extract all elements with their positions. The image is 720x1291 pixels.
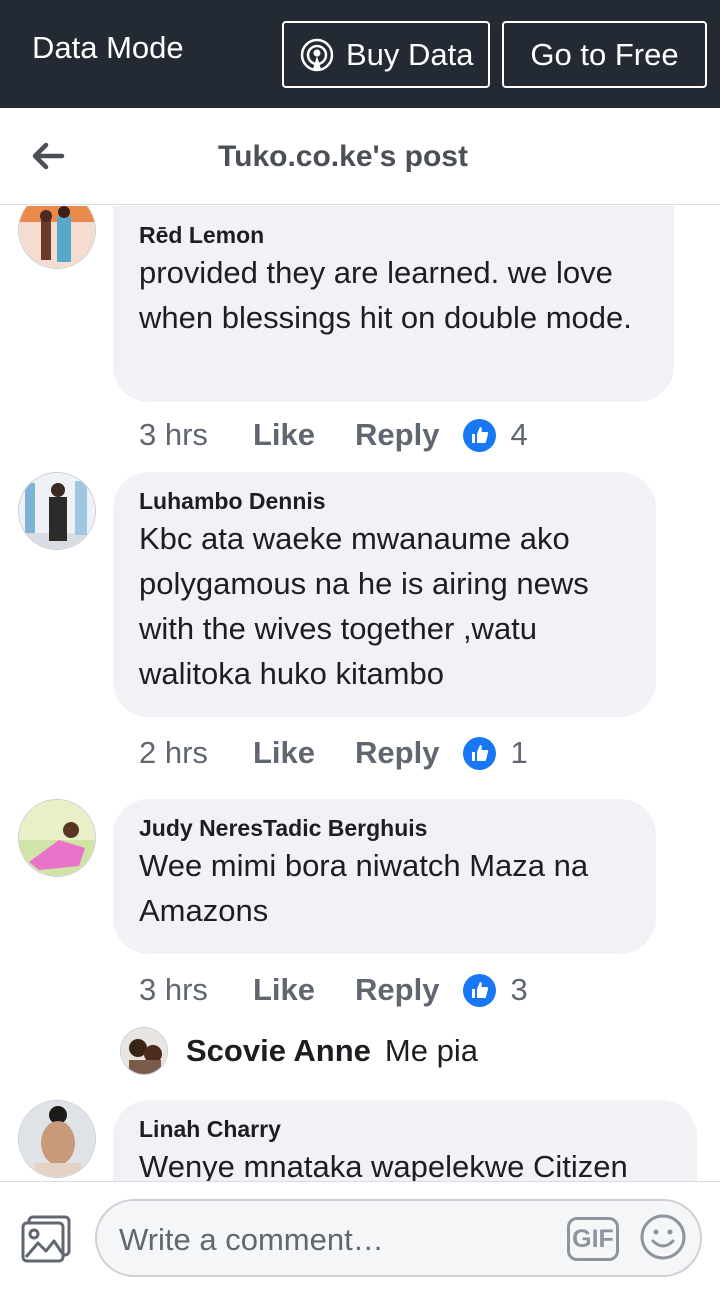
avatar[interactable] xyxy=(18,472,96,550)
thumbs-up-icon xyxy=(463,973,497,1007)
thumbs-up-icon xyxy=(463,418,497,452)
comments-list: Rēd Lemon provided they are learned. we … xyxy=(0,206,720,1181)
reply-preview[interactable]: Scovie Anne Me pia xyxy=(120,1027,478,1075)
comment-author[interactable]: Rēd Lemon xyxy=(139,220,648,250)
photo-icon[interactable] xyxy=(20,1215,72,1263)
go-to-free-button[interactable]: Go to Free xyxy=(502,21,707,88)
gif-icon[interactable]: GIF xyxy=(567,1217,619,1261)
like-count[interactable]: 4 xyxy=(510,417,527,453)
comment-bubble[interactable]: Rēd Lemon provided they are learned. we … xyxy=(113,206,674,402)
like-count[interactable]: 3 xyxy=(510,972,527,1008)
avatar[interactable] xyxy=(18,206,96,269)
buy-data-button[interactable]: Buy Data xyxy=(282,21,490,88)
avatar[interactable] xyxy=(18,1100,96,1178)
comment-author[interactable]: Judy NeresTadic Berghuis xyxy=(139,813,630,843)
comment-text: provided they are learned. we love when … xyxy=(139,255,632,335)
like-count[interactable]: 1 xyxy=(510,735,527,771)
comment-time: 3 hrs xyxy=(139,417,208,452)
thumbs-up-icon xyxy=(463,736,497,770)
reply-button[interactable]: Reply xyxy=(355,735,439,771)
avatar xyxy=(120,1027,168,1075)
comment-input[interactable]: Write a comment… GIF xyxy=(95,1199,702,1277)
comment-time: 2 hrs xyxy=(139,735,208,770)
comment-bubble[interactable]: Judy NeresTadic Berghuis Wee mimi bora n… xyxy=(113,799,656,954)
comment-actions: 3 hrs Like Reply 4 xyxy=(139,410,528,460)
comment-placeholder: Write a comment… xyxy=(119,1222,384,1257)
like-button[interactable]: Like xyxy=(253,735,315,771)
reply-button[interactable]: Reply xyxy=(355,417,439,453)
buy-data-label: Buy Data xyxy=(346,36,474,72)
reply-button[interactable]: Reply xyxy=(355,972,439,1008)
page-title: Tuko.co.ke's post xyxy=(218,140,468,173)
comment-text: Wee mimi bora niwatch Maza na Amazons xyxy=(139,848,589,928)
comment-text: Wenye mnataka wapelekwe Citizen xyxy=(139,1149,628,1181)
like-button[interactable]: Like xyxy=(253,417,315,453)
data-mode-label: Data Mode xyxy=(32,30,184,65)
like-button[interactable]: Like xyxy=(253,972,315,1008)
broadcast-icon xyxy=(300,38,334,72)
compose-bar: Write a comment… GIF xyxy=(0,1181,720,1291)
comment-bubble[interactable]: Linah Charry Wenye mnataka wapelekwe Cit… xyxy=(113,1100,697,1181)
comment-time: 3 hrs xyxy=(139,972,208,1007)
emoji-icon[interactable] xyxy=(639,1213,687,1261)
reply-author[interactable]: Scovie Anne xyxy=(186,1033,371,1069)
post-header: Tuko.co.ke's post xyxy=(0,108,720,205)
avatar[interactable] xyxy=(18,799,96,877)
comment-bubble[interactable]: Luhambo Dennis Kbc ata waeke mwanaume ak… xyxy=(113,472,656,717)
comment-author[interactable]: Linah Charry xyxy=(139,1114,671,1144)
comment-actions: 2 hrs Like Reply 1 xyxy=(139,728,528,778)
data-mode-bar: Data Mode Buy Data Go to Free xyxy=(0,0,720,108)
reply-text: Me pia xyxy=(384,1033,478,1068)
comment-author[interactable]: Luhambo Dennis xyxy=(139,486,630,516)
comment-actions: 3 hrs Like Reply 3 xyxy=(139,965,528,1015)
comment-text: Kbc ata waeke mwanaume ako polygamous na… xyxy=(139,521,589,691)
